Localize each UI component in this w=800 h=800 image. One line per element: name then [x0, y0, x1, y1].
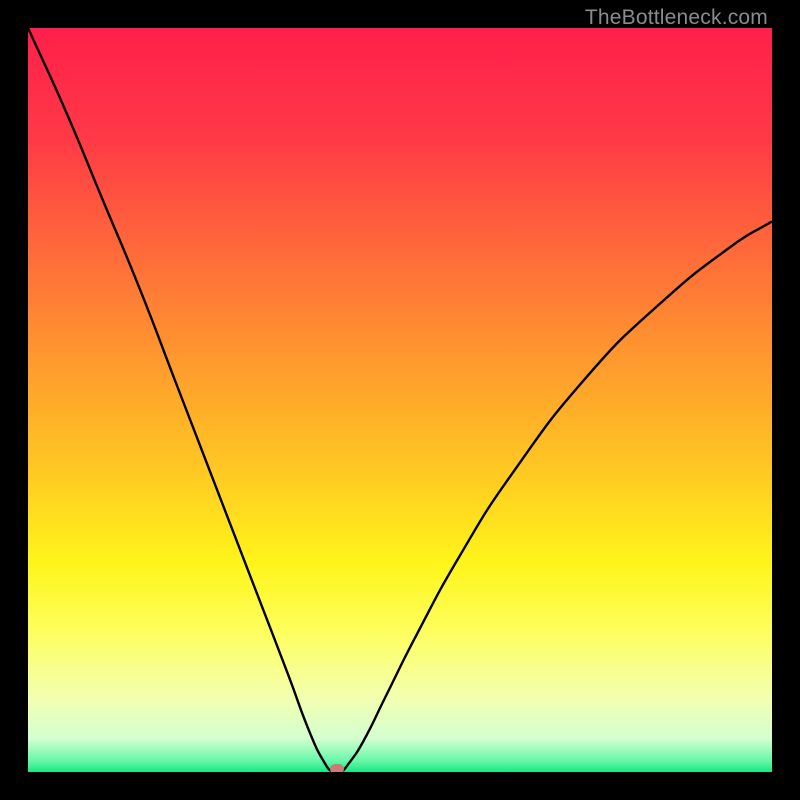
- curve-layer: [28, 28, 772, 772]
- minimum-marker: [330, 764, 344, 772]
- chart-frame: TheBottleneck.com: [0, 0, 800, 800]
- plot-area: [28, 28, 772, 772]
- bottleneck-curve: [28, 28, 772, 772]
- watermark-text: TheBottleneck.com: [585, 6, 768, 30]
